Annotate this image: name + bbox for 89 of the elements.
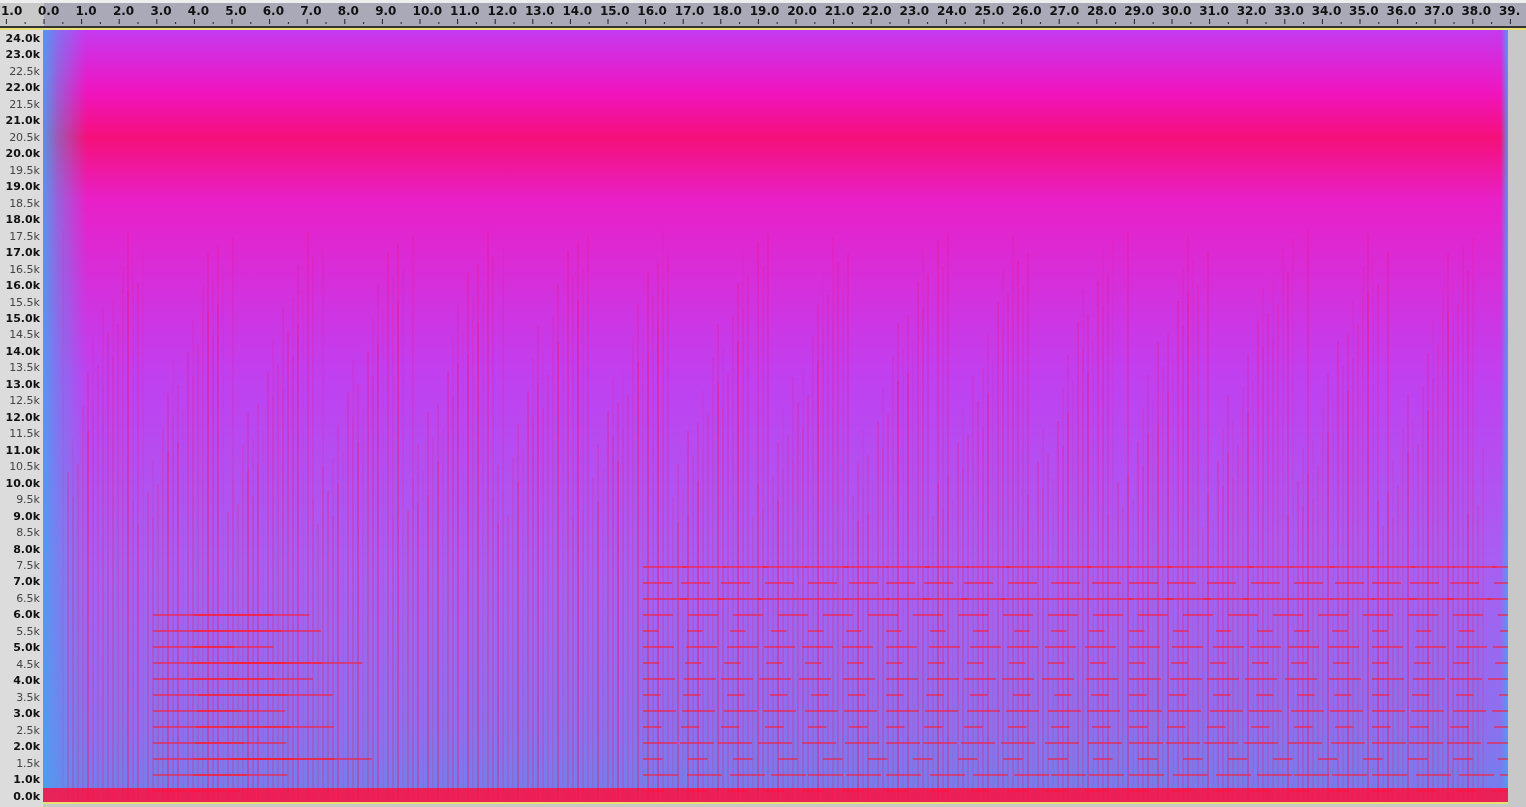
frequency-label: 15.0k xyxy=(5,311,40,325)
frequency-label: 12.0k xyxy=(5,410,40,424)
time-label: 36.0 xyxy=(1386,5,1417,17)
time-label: 14.0 xyxy=(562,5,593,17)
frequency-label: 3.0k xyxy=(13,707,40,721)
time-label: 1.0 xyxy=(75,5,97,17)
frequency-label: 4.5k xyxy=(16,657,40,671)
frequency-label: 7.0k xyxy=(13,575,40,589)
frequency-label: 17.0k xyxy=(5,246,40,260)
time-label: 6.0 xyxy=(262,5,284,17)
frequency-label: 23.0k xyxy=(5,48,40,62)
frequency-label: 17.5k xyxy=(9,229,40,243)
time-label: 0.0 xyxy=(38,5,60,17)
time-label: 7.0 xyxy=(300,5,322,17)
time-label: 28.0 xyxy=(1086,5,1117,17)
time-label: 19.0 xyxy=(749,5,780,17)
time-label: 11.0 xyxy=(450,5,480,17)
frequency-label: 2.5k xyxy=(16,723,40,737)
time-label: 5.0 xyxy=(225,5,247,17)
time-label: 39. xyxy=(1498,5,1521,17)
frequency-label: 4.0k xyxy=(13,674,40,688)
time-label: 35.0 xyxy=(1349,5,1379,17)
time-ruler[interactable]: 1.0 0.0 1.0 2.0 3.0 4.0 5.0 6.0 7.0 8.0 9.0 10.0 11.0 12.0 13.0 14.0 15.0 16.0 17.0 18.0 19.0 20.0 21.0 22.0 23.0 24.0 25.0 26.0 27.0 28.0 29.0 30.0 31.0 32.0 33.0 34.0 35.0 36.0 37.0 38.0 39. xyxy=(0,0,1526,28)
time-label: 16.0 xyxy=(637,5,667,17)
time-label: 25.0 xyxy=(974,5,1005,17)
frequency-label: 20.0k xyxy=(5,147,40,161)
time-label: 29.0 xyxy=(1124,5,1154,17)
frequency-label: 11.0k xyxy=(5,443,40,457)
frequency-label: 7.5k xyxy=(16,559,40,572)
frequency-label: 21.0k xyxy=(5,114,40,128)
time-label: 33.0 xyxy=(1274,5,1304,17)
frequency-label: 22.5k xyxy=(9,64,40,78)
time-label: 20.0 xyxy=(787,5,817,17)
time-label: 3.0 xyxy=(150,5,172,17)
frequency-label: 5.5k xyxy=(16,624,40,638)
frequency-label: 13.0k xyxy=(5,377,40,391)
frequency-label: 9.0k xyxy=(13,509,40,523)
frequency-label: 18.5k xyxy=(9,196,40,210)
frequency-label: 18.0k xyxy=(5,213,40,227)
frequency-label: 10.5k xyxy=(9,460,40,474)
time-label: 15.0 xyxy=(599,5,630,17)
time-label: 23.0 xyxy=(899,5,930,17)
frequency-label: 2.0k xyxy=(13,740,40,754)
frequency-label: 22.0k xyxy=(5,81,40,95)
time-label: 8.0 xyxy=(337,5,359,17)
frequency-label: 14.0k xyxy=(5,344,40,358)
frequency-label: 12.5k xyxy=(9,394,40,408)
time-label: 31.0 xyxy=(1199,5,1229,17)
frequency-label: 8.5k xyxy=(16,526,40,540)
time-label: 17.0 xyxy=(674,5,705,17)
time-label: 38.0 xyxy=(1461,5,1492,17)
frequency-label: 0.0k xyxy=(13,789,40,803)
time-label: 1.0 xyxy=(1,5,23,17)
time-label: 18.0 xyxy=(712,5,742,17)
frequency-label: 9.5k xyxy=(16,493,40,507)
frequency-label: 8.0k xyxy=(13,542,40,556)
frequency-label: 21.5k xyxy=(9,97,40,111)
frequency-label: 16.5k xyxy=(9,262,40,276)
frequency-label: 24.0k xyxy=(5,32,40,45)
frequency-label: 5.0k xyxy=(13,641,40,655)
frequency-label: 11.5k xyxy=(9,427,40,441)
frequency-label: 20.5k xyxy=(9,130,40,144)
frequency-label: 10.0k xyxy=(5,476,40,490)
frequency-label: 15.5k xyxy=(9,295,40,309)
frequency-label: 6.0k xyxy=(13,608,40,622)
time-label: 37.0 xyxy=(1424,5,1454,17)
time-label: 34.0 xyxy=(1311,5,1342,17)
frequency-label: 16.0k xyxy=(5,279,40,293)
time-label: 2.0 xyxy=(112,5,135,17)
time-label: 4.0 xyxy=(187,5,210,17)
frequency-label: 3.5k xyxy=(16,690,40,704)
frequency-label: 19.0k xyxy=(5,180,40,194)
time-label: 21.0 xyxy=(824,5,855,17)
frequency-label: 19.5k xyxy=(9,163,40,177)
time-label: 24.0 xyxy=(937,5,967,17)
time-label: 22.0 xyxy=(862,5,892,17)
time-label: 13.0 xyxy=(524,5,555,17)
time-label: 9.0 xyxy=(375,5,397,17)
time-label: 12.0 xyxy=(487,5,518,17)
time-label: 26.0 xyxy=(1011,5,1042,17)
frequency-label: 1.0k xyxy=(13,773,40,787)
frequency-label: 14.5k xyxy=(9,328,40,342)
time-label: 32.0 xyxy=(1236,5,1267,17)
time-label: 10.0 xyxy=(412,5,443,17)
frequency-label: 13.5k xyxy=(9,361,40,375)
time-label: 30.0 xyxy=(1161,5,1192,17)
frequency-label: 6.5k xyxy=(16,591,40,605)
frequency-label: 1.5k xyxy=(16,756,40,770)
time-label: 27.0 xyxy=(1049,5,1079,17)
